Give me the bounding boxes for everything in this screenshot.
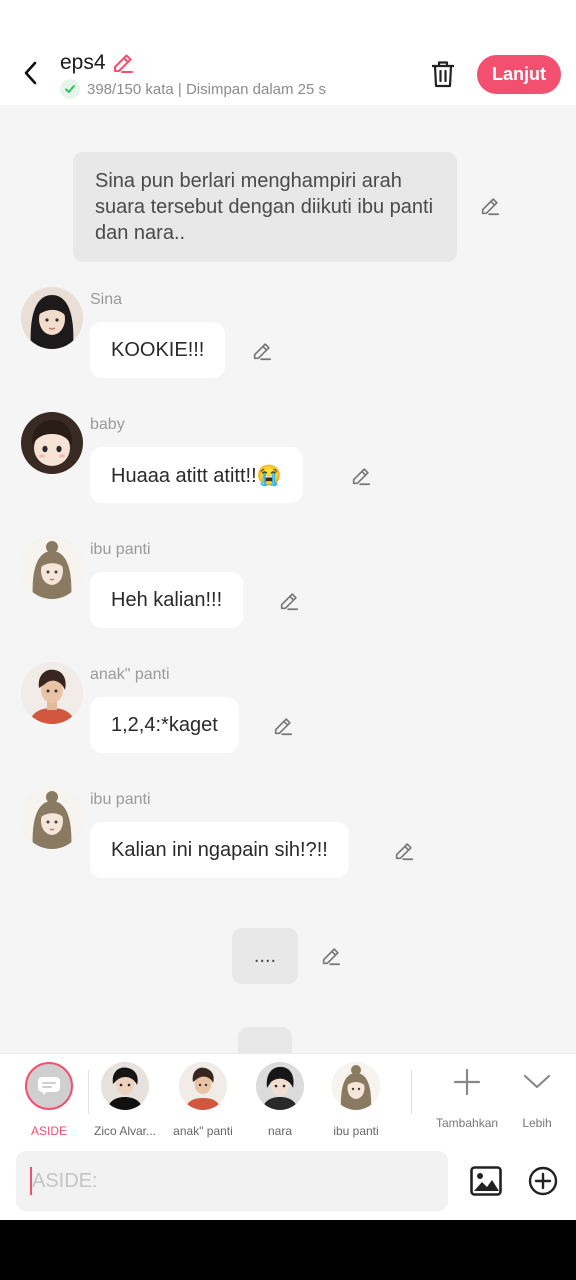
narration-bubble[interactable]: Sina pun berlari menghampiri arah suara … — [73, 152, 457, 262]
title-row: eps4 — [60, 50, 136, 76]
character-ibu-panti[interactable]: ibu panti — [311, 1062, 401, 1138]
story-chat-editor: eps4 398/150 kata | Disimpan dalam 25 s … — [0, 0, 576, 1220]
message-bubble[interactable]: 1,2,4:*kaget — [90, 697, 239, 753]
edit-title-button[interactable] — [110, 50, 136, 76]
sender-name: Sina — [90, 291, 123, 308]
edit-message-button[interactable] — [248, 337, 276, 365]
edit-message-button[interactable] — [390, 837, 418, 865]
chat-message: anak" panti 1,2,4:*kaget — [0, 662, 576, 782]
chat-message: Sina KOOKIE!!! — [0, 287, 576, 407]
episode-title: eps4 — [60, 51, 106, 74]
avatar[interactable] — [21, 787, 83, 849]
check-icon — [60, 79, 80, 99]
chat-area[interactable]: Sina pun berlari menghampiri arah suara … — [0, 105, 576, 1053]
edit-aside-button[interactable] — [317, 942, 345, 970]
pencil-icon — [481, 198, 500, 216]
add-character-button[interactable]: Tambahkan — [436, 1062, 498, 1130]
plus-icon — [447, 1062, 487, 1102]
avatar — [101, 1062, 149, 1110]
plus-circle-icon — [528, 1166, 558, 1196]
character-label: anak" panti — [173, 1124, 233, 1138]
pencil-icon — [322, 948, 341, 966]
message-input[interactable] — [16, 1151, 448, 1211]
divider — [411, 1070, 412, 1114]
add-label: Tambahkan — [436, 1116, 499, 1130]
trash-icon — [432, 61, 454, 88]
sender-name: anak" panti — [90, 666, 170, 683]
chat-message: ibu panti Kalian ini ngapain sih!?!! — [0, 787, 576, 907]
character-label: ibu panti — [333, 1124, 379, 1138]
avatar — [179, 1062, 227, 1110]
character-label: nara — [267, 1124, 293, 1138]
avatar[interactable] — [21, 662, 83, 724]
aside-bubble-partial[interactable] — [238, 1027, 292, 1053]
insert-image-button[interactable] — [468, 1163, 504, 1199]
more-button[interactable]: Lebih — [517, 1062, 557, 1130]
avatar[interactable] — [21, 412, 83, 474]
message-icon — [25, 1062, 73, 1110]
input-bar — [0, 1142, 576, 1220]
message-bubble[interactable]: Kalian ini ngapain sih!?!! — [90, 822, 349, 878]
avatar[interactable] — [21, 287, 83, 349]
add-content-button[interactable] — [525, 1163, 561, 1199]
more-label: Lebih — [522, 1116, 552, 1130]
message-bubble[interactable]: Huaaa atitt atitt!!😭 — [90, 447, 303, 503]
pencil-icon — [113, 54, 133, 73]
message-bubble[interactable]: Heh kalian!!! — [90, 572, 244, 628]
chat-message: baby Huaaa atitt atitt!!😭 — [0, 412, 576, 532]
character-zico[interactable]: Zico Alvar... — [80, 1062, 170, 1138]
edit-message-button[interactable] — [269, 712, 297, 740]
character-bar: ASIDE Zico Alvar... anak" panti nara ibu… — [0, 1053, 576, 1142]
sender-name: ibu panti — [90, 791, 151, 808]
character-label: Zico Alvar... — [93, 1124, 157, 1138]
character-label: ASIDE — [30, 1124, 67, 1138]
next-button[interactable]: Lanjut — [477, 55, 561, 94]
edit-narration-button[interactable] — [476, 192, 504, 220]
avatar[interactable] — [21, 537, 83, 599]
chat-message: ibu panti Heh kalian!!! — [0, 537, 576, 657]
chevron-left-icon — [24, 61, 37, 85]
chevron-down-icon — [517, 1062, 557, 1102]
avatar — [256, 1062, 304, 1110]
aside-bubble[interactable]: .... — [232, 928, 298, 984]
word-count-status: 398/150 kata | Disimpan dalam 25 s — [87, 80, 327, 98]
edit-message-button[interactable] — [275, 587, 303, 615]
image-icon — [470, 1166, 502, 1196]
edit-message-button[interactable] — [347, 462, 375, 490]
pencil-icon — [395, 843, 414, 861]
back-button[interactable] — [16, 56, 44, 90]
pencil-icon — [253, 343, 272, 361]
pencil-icon — [352, 468, 371, 486]
message-bubble[interactable]: KOOKIE!!! — [90, 322, 226, 378]
avatar — [332, 1062, 380, 1110]
sender-name: baby — [90, 416, 125, 433]
save-status: 398/150 kata | Disimpan dalam 25 s — [60, 79, 326, 99]
text-caret — [30, 1167, 32, 1195]
pencil-icon — [280, 593, 299, 611]
header: eps4 398/150 kata | Disimpan dalam 25 s … — [0, 0, 576, 105]
sender-name: ibu panti — [90, 541, 151, 558]
delete-button[interactable] — [428, 58, 458, 90]
pencil-icon — [274, 718, 293, 736]
